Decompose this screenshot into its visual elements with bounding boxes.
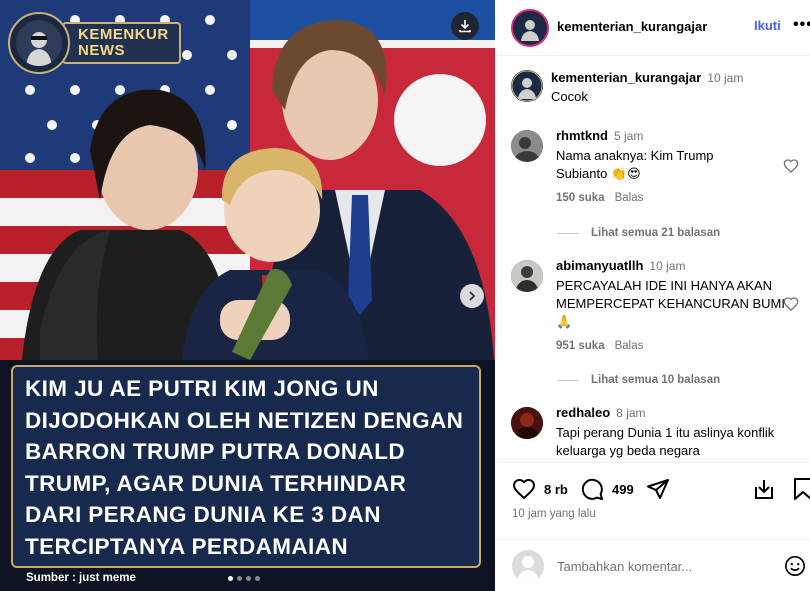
author-username[interactable]: kementerian_kurangajar — [557, 19, 707, 34]
comment-bubble-icon — [581, 478, 603, 500]
comment-likes[interactable]: 951 suka — [556, 340, 605, 352]
post-media[interactable]: KEMENKUR NEWS KIM JU AE PUTRI KIM JONG U… — [0, 0, 495, 591]
carousel-dot — [228, 576, 233, 581]
current-user-avatar[interactable] — [512, 550, 544, 582]
like-comment-heart-icon[interactable] — [783, 296, 799, 312]
replies-divider — [557, 379, 579, 381]
post-side-panel: kementerian_kurangajar Ikuti ••• kemente… — [495, 0, 810, 591]
view-replies-link[interactable]: Lihat semua 21 balasan — [557, 227, 720, 239]
comment-item: redhaleo 8 jam Tapi perang Dunia 1 itu as… — [511, 405, 796, 461]
send-icon — [647, 479, 669, 499]
caption-text: Cocok — [551, 89, 588, 104]
comment-actions: 951 suka Balas — [556, 340, 643, 352]
comment-input[interactable]: Tambahkan komentar... — [557, 559, 692, 574]
comment-text: Tapi perang Dunia 1 itu aslinya konflik … — [556, 425, 775, 458]
replies-label: Lihat semua 10 balasan — [591, 374, 721, 386]
likes-count[interactable]: 8 rb — [544, 482, 568, 497]
replies-divider — [557, 232, 579, 234]
caption-username[interactable]: kementerian_kurangajar — [551, 70, 701, 85]
like-button[interactable]: 8 rb — [512, 477, 568, 501]
comment-username[interactable]: rhmtknd — [556, 128, 608, 143]
source-credit: Sumber : just meme — [26, 572, 136, 584]
instagram-post-view: KEMENKUR NEWS KIM JU AE PUTRI KIM JONG U… — [0, 0, 810, 591]
comment-button[interactable]: 499 — [580, 477, 634, 501]
comment-header: redhaleo 8 jam — [556, 405, 646, 420]
comment-item: abimanyuatllh 10 jam PERCAYALAH IDE INI H… — [511, 258, 799, 368]
brand-logo — [8, 12, 70, 74]
post-header: kementerian_kurangajar Ikuti ••• — [495, 0, 810, 56]
comment-avatar[interactable] — [511, 407, 543, 439]
caption-header: kementerian_kurangajar 10 jam — [551, 70, 743, 85]
save-download-icon — [755, 480, 773, 499]
comments-count: 499 — [612, 481, 634, 497]
headline-text: KIM JU AE PUTRI KIM JONG UN DIJODOHKAN O… — [25, 376, 464, 559]
caption-time: 10 jam — [707, 71, 744, 85]
comment-avatar[interactable] — [511, 130, 543, 162]
download-icon — [459, 20, 471, 33]
carousel-dot — [237, 576, 242, 581]
carousel-dot — [246, 576, 251, 581]
comment-header: abimanyuatllh 10 jam — [556, 258, 685, 273]
heart-icon — [512, 478, 536, 500]
view-replies-link[interactable]: Lihat semua 10 balasan — [557, 374, 720, 386]
comment-username[interactable]: redhaleo — [556, 405, 610, 420]
carousel-indicator — [228, 576, 260, 581]
caption: kementerian_kurangajar 10 jam Cocok — [511, 70, 796, 106]
post-time[interactable]: 10 jam yang lalu — [512, 508, 596, 520]
reply-button[interactable]: Balas — [615, 192, 644, 204]
comment-time: 5 jam — [614, 129, 644, 143]
next-slide-button[interactable] — [460, 284, 484, 308]
comment-time: 10 jam — [649, 259, 686, 273]
chevron-right-icon — [469, 291, 476, 301]
brand-name: KEMENKUR NEWS — [62, 22, 181, 64]
comment-actions: 150 suka Balas — [556, 192, 643, 204]
brand-badge: KEMENKUR NEWS — [8, 12, 181, 74]
share-button[interactable] — [646, 477, 670, 501]
comment-text: PERCAYALAH IDE INI HANYA AKAN MEMPERCEPA… — [556, 278, 785, 329]
comment-text: Nama anaknya: Kim Trump Subianto 👏😍 — [556, 148, 714, 181]
reply-button[interactable]: Balas — [615, 340, 644, 352]
comment-avatar[interactable] — [511, 260, 543, 292]
comment-header: rhmtknd 5 jam — [556, 128, 643, 143]
comment-likes[interactable]: 150 suka — [556, 192, 605, 204]
download-button[interactable] — [451, 12, 479, 40]
headline-box: KIM JU AE PUTRI KIM JONG UN DIJODOHKAN O… — [11, 365, 481, 568]
carousel-dot — [255, 576, 260, 581]
bookmark-button[interactable] — [792, 477, 810, 501]
author-avatar[interactable] — [511, 9, 549, 47]
bookmark-icon — [794, 478, 810, 500]
more-options-icon[interactable]: ••• — [793, 16, 810, 34]
comment-username[interactable]: abimanyuatllh — [556, 258, 643, 273]
comment-time: 8 jam — [616, 406, 646, 420]
like-comment-heart-icon[interactable] — [783, 158, 799, 174]
save-to-collection-button[interactable] — [752, 477, 776, 501]
caption-avatar[interactable] — [511, 70, 543, 102]
emoji-icon[interactable] — [784, 555, 806, 577]
add-comment-bar: Tambahkan komentar... — [495, 539, 810, 591]
replies-label: Lihat semua 21 balasan — [591, 227, 721, 239]
follow-button[interactable]: Ikuti — [754, 18, 781, 33]
